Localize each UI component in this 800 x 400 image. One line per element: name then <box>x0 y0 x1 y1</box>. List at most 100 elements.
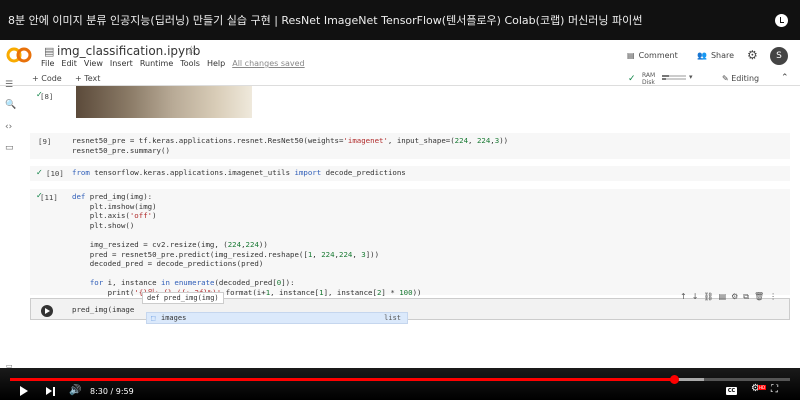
autocomplete-item[interactable]: ⬚ images list <box>146 312 408 324</box>
changes-saved-link[interactable]: All changes saved <box>232 59 304 68</box>
fullscreen-icon[interactable]: ⛶ <box>771 384 778 395</box>
user-avatar[interactable]: S <box>770 47 788 65</box>
watch-later-icon[interactable] <box>775 14 788 27</box>
connected-check-icon: ✓ <box>628 74 636 84</box>
search-icon[interactable]: 🔍 <box>5 100 16 110</box>
code-token: pred_img(img): <box>85 192 153 201</box>
code-token: pred = resnet50_pre.predict(img_resized.… <box>72 249 308 259</box>
code-token: 224 <box>476 136 491 145</box>
code-cell-10[interactable]: ✓ [10] from tensorflow.keras.application… <box>30 166 790 181</box>
volume-icon[interactable]: 🔊 <box>69 385 81 396</box>
comment-label: Comment <box>638 51 678 60</box>
code-text: from tensorflow.keras.applications.image… <box>72 168 406 178</box>
code-snippets-icon[interactable]: ‹› <box>5 122 12 132</box>
resource-meters[interactable] <box>662 73 686 82</box>
hd-badge: HD <box>758 385 767 390</box>
progress-bar[interactable] <box>10 375 790 384</box>
code-token: , <box>352 249 362 259</box>
editing-mode-button[interactable]: ✎ Editing <box>722 74 759 83</box>
ram-label: RAM <box>642 72 656 79</box>
share-button[interactable]: 👥 Share <box>697 51 734 60</box>
play-icon[interactable] <box>20 386 28 396</box>
menu-edit[interactable]: Edit <box>61 59 77 68</box>
cell-prompt: [10] <box>46 169 64 178</box>
menu-file[interactable]: File <box>41 59 54 68</box>
code-token: plt.show() <box>72 220 135 230</box>
gear-icon[interactable]: ⚙ <box>731 292 738 302</box>
notebook-toolbar: + Code + Text ✓ RAM Disk ▾ ✎ Editing ⌃ <box>0 72 800 86</box>
chevron-down-icon[interactable]: ▾ <box>689 73 693 81</box>
code-token: ], instance[ <box>323 287 377 297</box>
link-icon[interactable]: ⛓ <box>703 292 713 302</box>
cell-prompt: [8] <box>40 92 54 101</box>
star-icon[interactable]: ☆ <box>186 43 197 57</box>
code-token: decode_predictions <box>321 168 406 177</box>
code-cell-11[interactable]: ✓ [11] def pred_img(img): plt.imshow(img… <box>30 189 790 297</box>
autocomplete-name: images <box>161 314 187 322</box>
share-label: Share <box>710 51 735 60</box>
add-code-button[interactable]: + Code <box>32 74 62 83</box>
executed-check-icon: ✓ <box>36 168 43 177</box>
video-frame: 8분 안에 이미지 분류 인공지능(딥러닝) 만들기 실습 구현 | ResNe… <box>0 0 800 400</box>
code-token: , <box>468 136 477 145</box>
add-text-button[interactable]: + Text <box>75 74 100 83</box>
code-token: 'imagenet' <box>343 136 388 145</box>
people-icon: 👥 <box>697 51 707 60</box>
menu-bar: File Edit View Insert Runtime Tools Help… <box>41 59 305 68</box>
code-token: print( <box>72 287 135 297</box>
settings-gear-icon[interactable]: ⚙ <box>747 48 758 62</box>
code-token: def <box>72 192 86 201</box>
files-folder-icon[interactable]: ▭ <box>5 143 14 153</box>
cat-output-image <box>76 86 252 118</box>
notebook-body: ✓ [8] [9] resnet50_pre = tf.keras.applic… <box>20 86 800 368</box>
move-down-icon[interactable]: ↓ <box>692 292 699 302</box>
cell-prompt: [9] <box>38 137 52 146</box>
comment-icon: ▤ <box>627 51 635 60</box>
comment-icon[interactable]: ▤ <box>719 292 727 302</box>
run-cell-button[interactable] <box>41 305 53 317</box>
mirror-cell-icon[interactable]: ⧉ <box>743 292 749 302</box>
chevron-up-icon[interactable]: ⌃ <box>781 73 789 83</box>
code-token: 224 <box>454 136 469 145</box>
code-token: , <box>312 249 322 259</box>
signature-tooltip: def pred_img(img) <box>142 292 224 304</box>
code-token: (decoded_pred[ <box>214 278 277 288</box>
code-token: decoded_pred = decode_predictions(pred) <box>72 259 264 269</box>
comment-button[interactable]: ▤ Comment <box>627 51 678 60</box>
more-options-icon[interactable]: ⋮ <box>769 292 777 302</box>
editing-label: Editing <box>731 74 760 83</box>
code-token: 224 <box>245 239 259 249</box>
menu-insert[interactable]: Insert <box>110 59 133 68</box>
code-token: import <box>294 168 322 177</box>
code-token: 'off' <box>129 211 153 221</box>
code-cell-9[interactable]: [9] resnet50_pre = tf.keras.applications… <box>30 133 790 159</box>
time-display: 8:30 / 9:59 <box>90 387 134 396</box>
menu-tools[interactable]: Tools <box>180 59 200 68</box>
left-rail: ☰ 🔍 ‹› ▭ <box>0 80 20 368</box>
code-token: for <box>89 278 104 288</box>
code-cell-8[interactable]: ✓ [8] <box>30 86 790 118</box>
code-token: ])) <box>365 249 380 259</box>
video-title: 8분 안에 이미지 분류 인공지능(딥러닝) 만들기 실습 구현 | ResNe… <box>8 14 643 27</box>
code-token: from <box>72 168 90 177</box>
next-video-icon[interactable] <box>46 387 56 396</box>
code-token: i, instance <box>103 278 162 288</box>
cell-editor-input[interactable]: pred_img(image <box>72 305 134 314</box>
code-token: 224 <box>227 239 242 249</box>
code-token: ]): <box>281 278 295 288</box>
move-up-icon[interactable]: ↑ <box>680 292 687 302</box>
subtitles-button[interactable]: CC <box>726 387 737 395</box>
code-token: in <box>161 278 170 288</box>
delete-icon[interactable]: 🗑 <box>754 292 764 302</box>
menu-view[interactable]: View <box>84 59 103 68</box>
colab-logo-icon[interactable] <box>6 45 32 65</box>
code-token: tensorflow.keras.applications.imagenet_u… <box>89 168 295 177</box>
table-of-contents-icon[interactable]: ☰ <box>5 80 13 90</box>
cell-prompt: [11] <box>40 193 58 202</box>
notebook-title[interactable]: img_classification.ipynb <box>57 44 200 58</box>
code-token: )) <box>499 136 509 145</box>
progress-scrubber-handle[interactable] <box>669 375 679 384</box>
resource-labels[interactable]: RAM Disk <box>642 72 655 86</box>
menu-help[interactable]: Help <box>207 59 225 68</box>
menu-runtime[interactable]: Runtime <box>140 59 173 68</box>
